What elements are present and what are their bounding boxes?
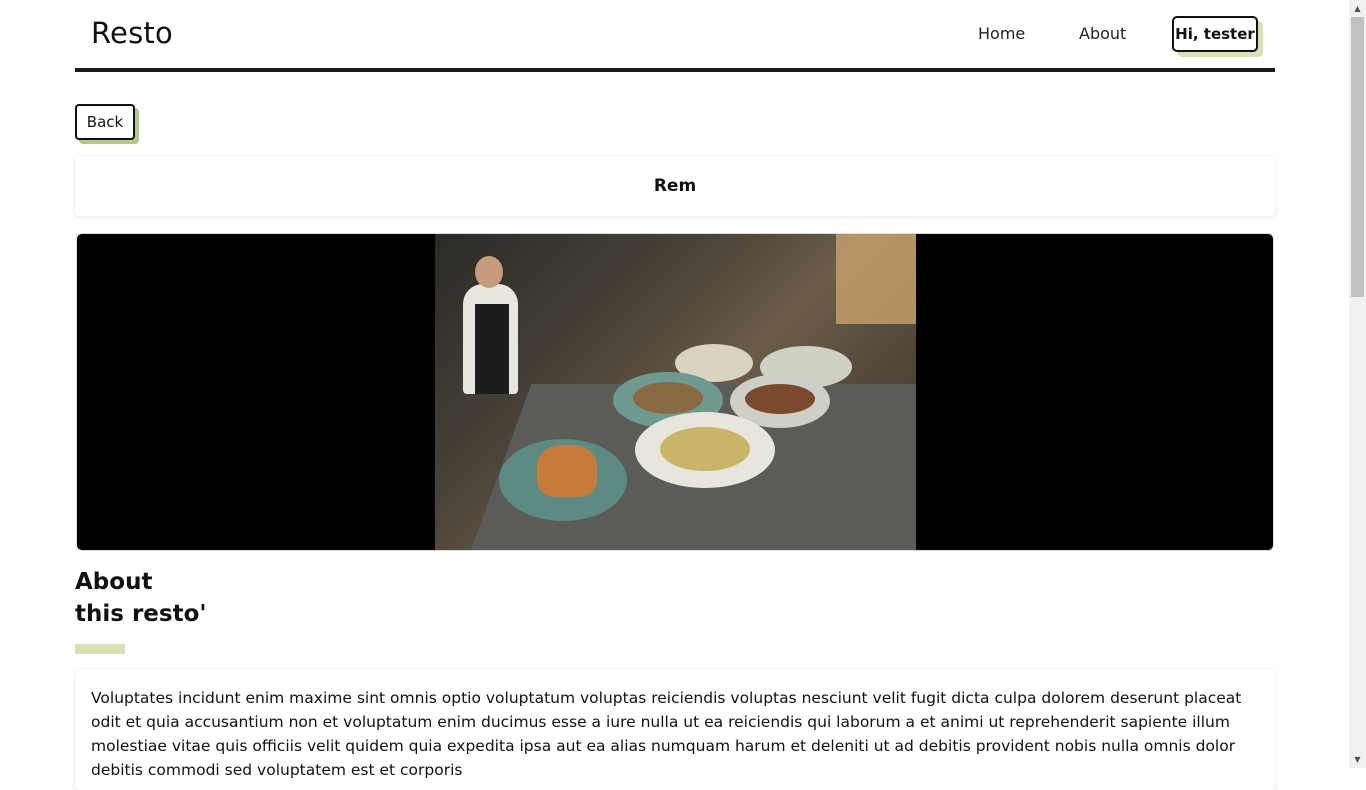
restaurant-photo <box>435 234 916 550</box>
restaurant-name-card: Rem <box>75 156 1275 216</box>
back-button[interactable]: Back <box>75 104 135 140</box>
scroll-down-icon[interactable]: ▼ <box>1349 751 1366 768</box>
photo-plate <box>635 412 775 488</box>
about-heading: About this resto' <box>75 566 206 630</box>
restaurant-name: Rem <box>653 176 697 196</box>
page-scrollbar[interactable]: ▲ ▼ <box>1349 0 1366 768</box>
photo-window <box>836 234 916 324</box>
scroll-up-icon[interactable]: ▲ <box>1349 0 1366 17</box>
photo-chef-apron <box>475 304 509 394</box>
about-heading-line1: About <box>75 569 153 595</box>
description-card: Voluptates incidunt enim maxime sint omn… <box>75 670 1275 790</box>
photo-chef-head <box>475 256 503 288</box>
nav-home-link[interactable]: Home <box>978 24 1025 43</box>
site-header: Resto Home About Hi, tester <box>75 0 1275 72</box>
heading-accent-bar <box>75 644 125 654</box>
nav-about-link[interactable]: About <box>1079 24 1126 43</box>
page-container: Resto Home About Hi, tester Back Rem Abo… <box>75 0 1275 790</box>
about-heading-line2: this resto' <box>75 601 207 627</box>
scrollbar-thumb[interactable] <box>1351 17 1364 297</box>
brand-logo[interactable]: Resto <box>91 16 173 50</box>
photo-burger-plate <box>499 439 627 521</box>
user-menu-button[interactable]: Hi, tester <box>1172 16 1258 52</box>
restaurant-image-frame <box>76 233 1274 551</box>
